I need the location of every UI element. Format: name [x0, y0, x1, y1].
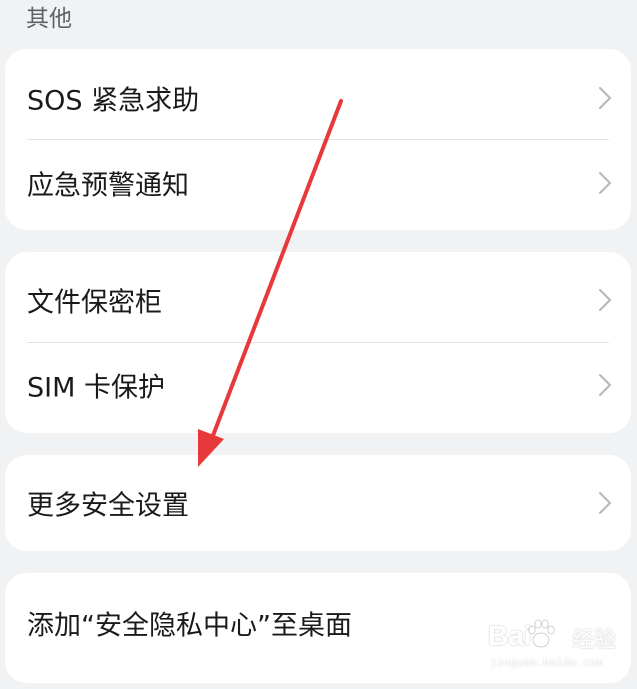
watermark-sub: 经验	[572, 628, 617, 653]
row-label-more-security: 更多安全设置	[27, 490, 189, 522]
row-label-emergency-alerts: 应急预警通知	[27, 170, 189, 202]
row-label-sos: SOS 紧急求助	[27, 85, 200, 117]
card-protection: 文件保密柜 SIM 卡保护	[5, 252, 631, 433]
row-file-safe[interactable]: 文件保密柜	[5, 255, 631, 345]
row-sos-emergency[interactable]: SOS 紧急求助	[5, 53, 631, 143]
row-label-sim-protection: SIM 卡保护	[27, 372, 165, 404]
chevron-right-icon	[598, 491, 612, 515]
section-header-other: 其他	[26, 6, 72, 32]
row-more-security-settings[interactable]: 更多安全设置	[5, 458, 631, 548]
watermark-url: jingyan.baidu.com	[490, 656, 603, 669]
chevron-right-icon	[598, 171, 612, 195]
row-label-add-to-desktop: 添加“安全隐私中心”至桌面	[27, 610, 352, 642]
row-emergency-alerts[interactable]: 应急预警通知	[5, 138, 631, 228]
chevron-right-icon	[598, 288, 612, 312]
baidu-jingyan-watermark: Bai 经验 jingyan.baidu.com	[488, 618, 628, 678]
card-emergency: SOS 紧急求助 应急预警通知	[5, 49, 631, 230]
row-label-file-safe: 文件保密柜	[27, 287, 162, 319]
row-sim-protection[interactable]: SIM 卡保护	[5, 340, 631, 430]
chevron-right-icon	[598, 86, 612, 110]
chevron-right-icon	[598, 373, 612, 397]
card-more-security: 更多安全设置	[5, 455, 631, 551]
paw-logo-icon	[528, 619, 555, 648]
